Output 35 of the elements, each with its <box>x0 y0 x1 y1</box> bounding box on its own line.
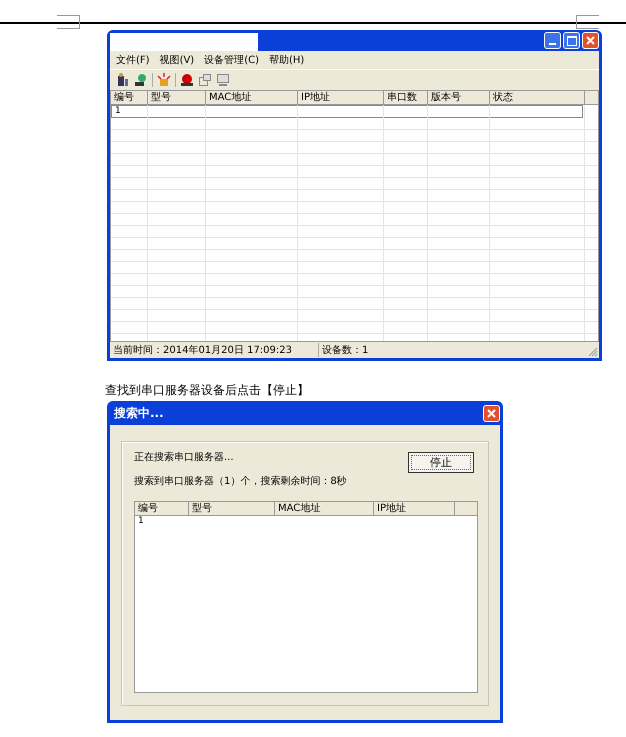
column-header[interactable]: 型号 <box>189 502 275 516</box>
alarm-icon[interactable] <box>180 73 194 87</box>
stop-button[interactable]: 停止 <box>408 452 474 473</box>
close-icon[interactable] <box>582 32 599 49</box>
column-header[interactable]: 串口数 <box>384 91 428 105</box>
caption-text: 查找到串口服务器设备后点击【停止】 <box>105 383 310 397</box>
column-header[interactable]: IP地址 <box>374 502 455 516</box>
status-text: 正在搜索串口服务器... <box>134 450 235 464</box>
column-header[interactable]: 编号 <box>135 502 189 516</box>
table-row[interactable]: 1 <box>135 516 477 527</box>
menu-item[interactable]: 帮助(H) <box>269 53 304 67</box>
status-text: 当前时间：2014年01月20日 17:09:23 <box>110 343 319 357</box>
menu-item[interactable]: 设备管理(C) <box>204 53 260 67</box>
table-row[interactable]: 1 <box>111 105 583 118</box>
column-header[interactable]: 版本号 <box>428 91 490 105</box>
dialog-title: 搜索中... <box>114 404 164 422</box>
monitor-icon[interactable] <box>216 73 230 87</box>
column-header[interactable]: 型号 <box>148 91 206 105</box>
menu-item[interactable]: 视图(V) <box>160 53 194 67</box>
status-text: 设备数：1 <box>321 344 368 357</box>
close-icon[interactable] <box>483 404 500 422</box>
menu-item[interactable]: 文件(F) <box>116 53 150 67</box>
margin-corner-mark <box>57 15 80 29</box>
column-header[interactable]: IP地址 <box>298 91 384 105</box>
column-header[interactable]: MAC地址 <box>206 91 298 105</box>
margin-corner-mark <box>576 15 599 29</box>
column-header[interactable]: 状态 <box>490 91 585 105</box>
resize-grip-icon[interactable] <box>588 347 598 357</box>
minimize-icon[interactable] <box>544 32 561 49</box>
column-header[interactable]: MAC地址 <box>275 502 374 516</box>
lamp-icon[interactable] <box>157 73 171 87</box>
column-header[interactable]: 编号 <box>111 91 148 105</box>
person-icon[interactable] <box>116 73 130 87</box>
maximize-icon[interactable] <box>563 32 580 49</box>
status-text: 搜索到串口服务器（1）个，搜索剩余时间：8秒 <box>134 474 347 488</box>
